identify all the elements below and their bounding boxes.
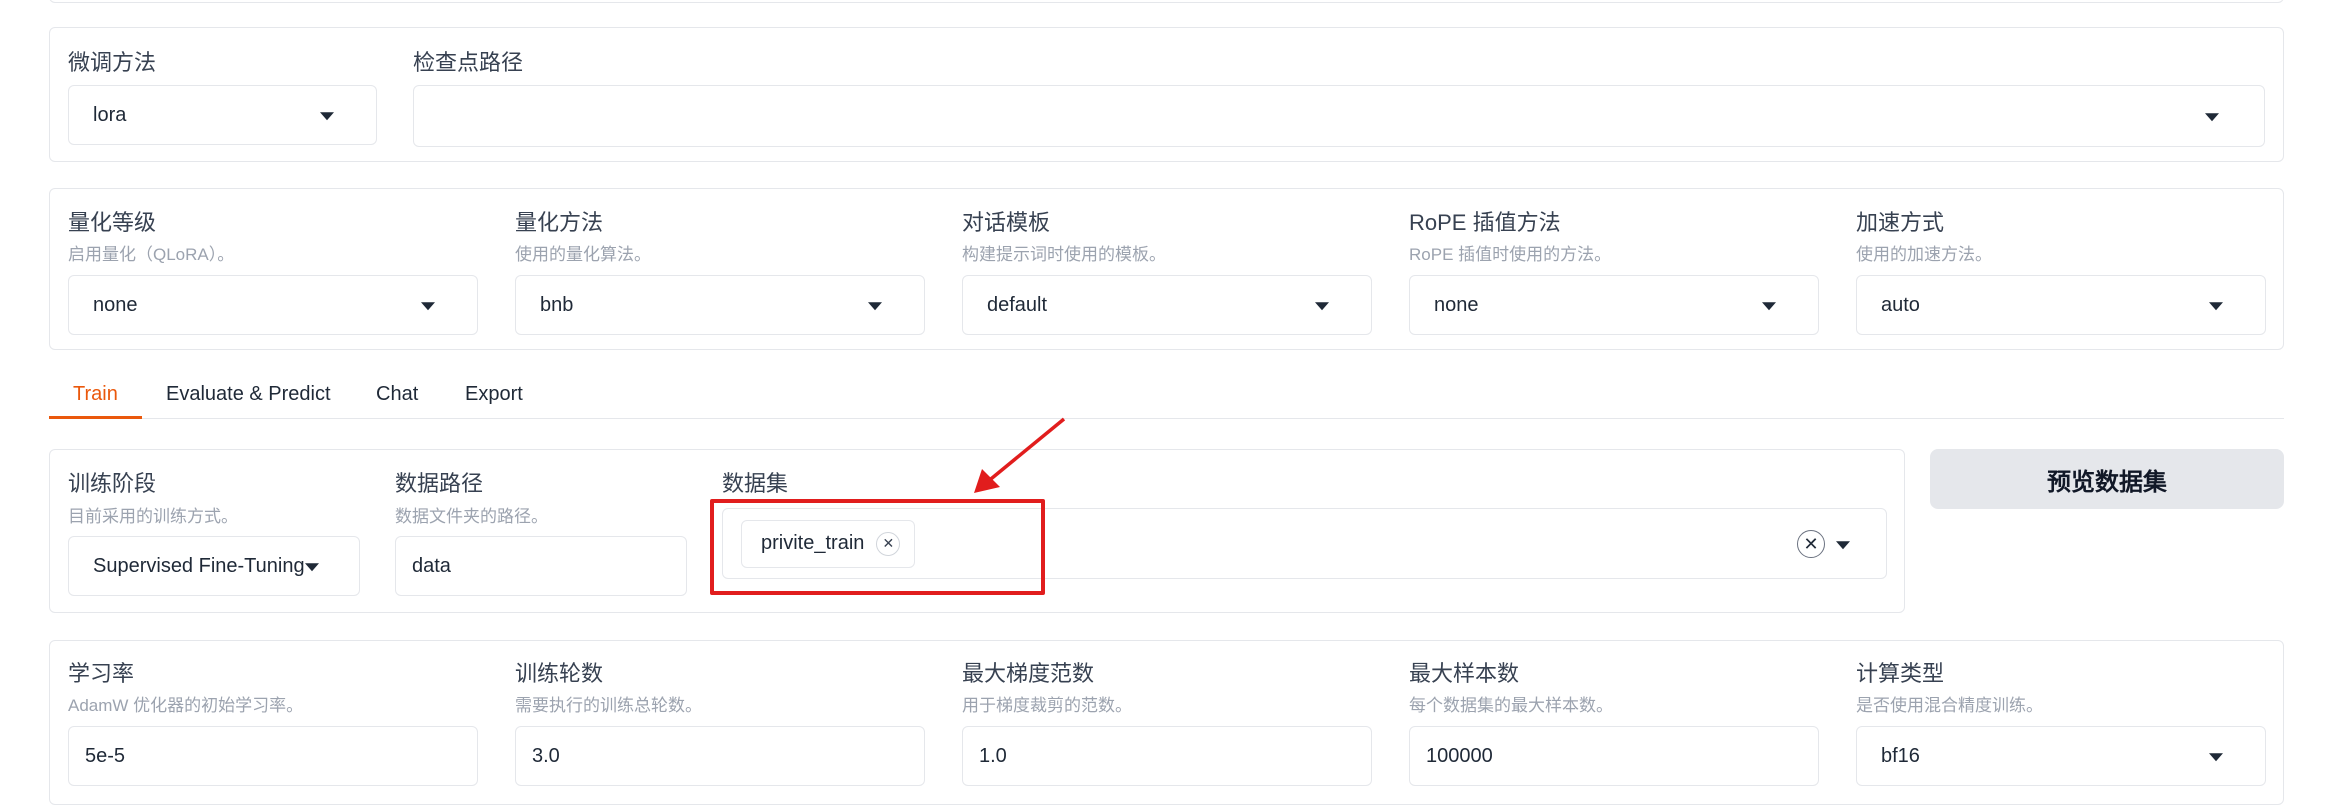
annotation-arrow-icon — [974, 417, 1066, 493]
dataset-dir-label: 数据路径 — [395, 471, 484, 496]
training-stage-select[interactable]: Supervised Fine-Tuning — [68, 536, 360, 596]
quant-method-value: bnb — [540, 293, 574, 316]
booster-select[interactable]: auto — [1856, 275, 2266, 335]
max-samples-input[interactable]: 100000 — [1409, 726, 1819, 786]
training-stage-label: 训练阶段 — [68, 471, 157, 496]
finetune-method-value: lora — [93, 103, 127, 126]
clear-icon[interactable]: ✕ — [1797, 530, 1825, 558]
quant-bit-value: none — [93, 293, 138, 316]
booster-hint: 使用的加速方法。 — [1856, 245, 1992, 264]
quant-bit-hint: 启用量化（QLoRA）。 — [68, 245, 235, 264]
compute-type-value: bf16 — [1881, 744, 1920, 767]
booster-value: auto — [1881, 293, 1920, 316]
dataset-dir-hint: 数据文件夹的路径。 — [395, 507, 548, 526]
max-grad-norm-label: 最大梯度范数 — [962, 661, 1095, 686]
quant-method-hint: 使用的量化算法。 — [515, 245, 651, 264]
template-hint: 构建提示词时使用的模板。 — [962, 245, 1166, 264]
rope-scaling-hint: RoPE 插值时使用的方法。 — [1409, 245, 1612, 264]
quant-bit-select[interactable]: none — [68, 275, 478, 335]
checkpoint-path-select[interactable] — [413, 85, 2265, 147]
chevron-down-icon — [2209, 302, 2223, 311]
chevron-down-icon — [1836, 540, 1850, 549]
learning-rate-input[interactable]: 5e-5 — [68, 726, 478, 786]
dataset-label: 数据集 — [722, 471, 789, 496]
epochs-value: 3.0 — [532, 744, 560, 767]
max-grad-norm-hint: 用于梯度裁剪的范数。 — [962, 696, 1132, 715]
compute-type-label: 计算类型 — [1856, 661, 1945, 686]
booster-label: 加速方式 — [1856, 210, 1945, 235]
max-samples-label: 最大样本数 — [1409, 661, 1520, 686]
rope-scaling-label: RoPE 插值方法 — [1409, 210, 1561, 235]
dataset-dir-input[interactable]: data — [395, 536, 687, 596]
template-select[interactable]: default — [962, 275, 1372, 335]
tab-train[interactable]: Train — [73, 383, 118, 406]
training-stage-hint: 目前采用的训练方式。 — [68, 507, 238, 526]
top-panel-edge — [49, 0, 2284, 3]
learning-rate-hint: AdamW 优化器的初始学习率。 — [68, 696, 304, 715]
learning-rate-label: 学习率 — [68, 661, 135, 686]
chevron-down-icon — [1762, 302, 1776, 311]
template-value: default — [987, 293, 1048, 316]
max-samples-hint: 每个数据集的最大样本数。 — [1409, 696, 1613, 715]
checkpoint-path-label: 检查点路径 — [413, 50, 524, 75]
max-grad-norm-input[interactable]: 1.0 — [962, 726, 1372, 786]
training-stage-value: Supervised Fine-Tuning — [93, 554, 305, 577]
chevron-down-icon — [320, 112, 334, 121]
rope-scaling-select[interactable]: none — [1409, 275, 1819, 335]
compute-type-select[interactable]: bf16 — [1856, 726, 2266, 786]
tab-chat[interactable]: Chat — [376, 383, 418, 406]
tab-evaluate-predict[interactable]: Evaluate & Predict — [166, 383, 331, 406]
annotation-highlight-box — [710, 499, 1045, 595]
preview-dataset-button[interactable]: 预览数据集 — [1930, 449, 2284, 509]
quant-method-select[interactable]: bnb — [515, 275, 925, 335]
chevron-down-icon — [421, 302, 435, 311]
max-grad-norm-value: 1.0 — [979, 744, 1007, 767]
learning-rate-value: 5e-5 — [85, 744, 126, 767]
chevron-down-icon — [1315, 302, 1329, 311]
tab-export[interactable]: Export — [465, 383, 523, 406]
epochs-hint: 需要执行的训练总轮数。 — [515, 696, 702, 715]
epochs-input[interactable]: 3.0 — [515, 726, 925, 786]
template-label: 对话模板 — [962, 210, 1051, 235]
compute-type-hint: 是否使用混合精度训练。 — [1856, 696, 2043, 715]
quant-method-label: 量化方法 — [515, 210, 604, 235]
finetune-method-select[interactable]: lora — [68, 85, 377, 145]
chevron-down-icon — [2205, 113, 2219, 122]
epochs-label: 训练轮数 — [515, 661, 604, 686]
dataset-dir-value: data — [412, 554, 451, 577]
chevron-down-icon — [868, 302, 882, 311]
finetune-method-label: 微调方法 — [68, 50, 157, 75]
rope-scaling-value: none — [1434, 293, 1479, 316]
chevron-down-icon — [305, 563, 319, 572]
tab-active-underline — [49, 416, 142, 419]
chevron-down-icon — [2209, 753, 2223, 762]
quant-bit-label: 量化等级 — [68, 210, 157, 235]
max-samples-value: 100000 — [1426, 744, 1493, 767]
